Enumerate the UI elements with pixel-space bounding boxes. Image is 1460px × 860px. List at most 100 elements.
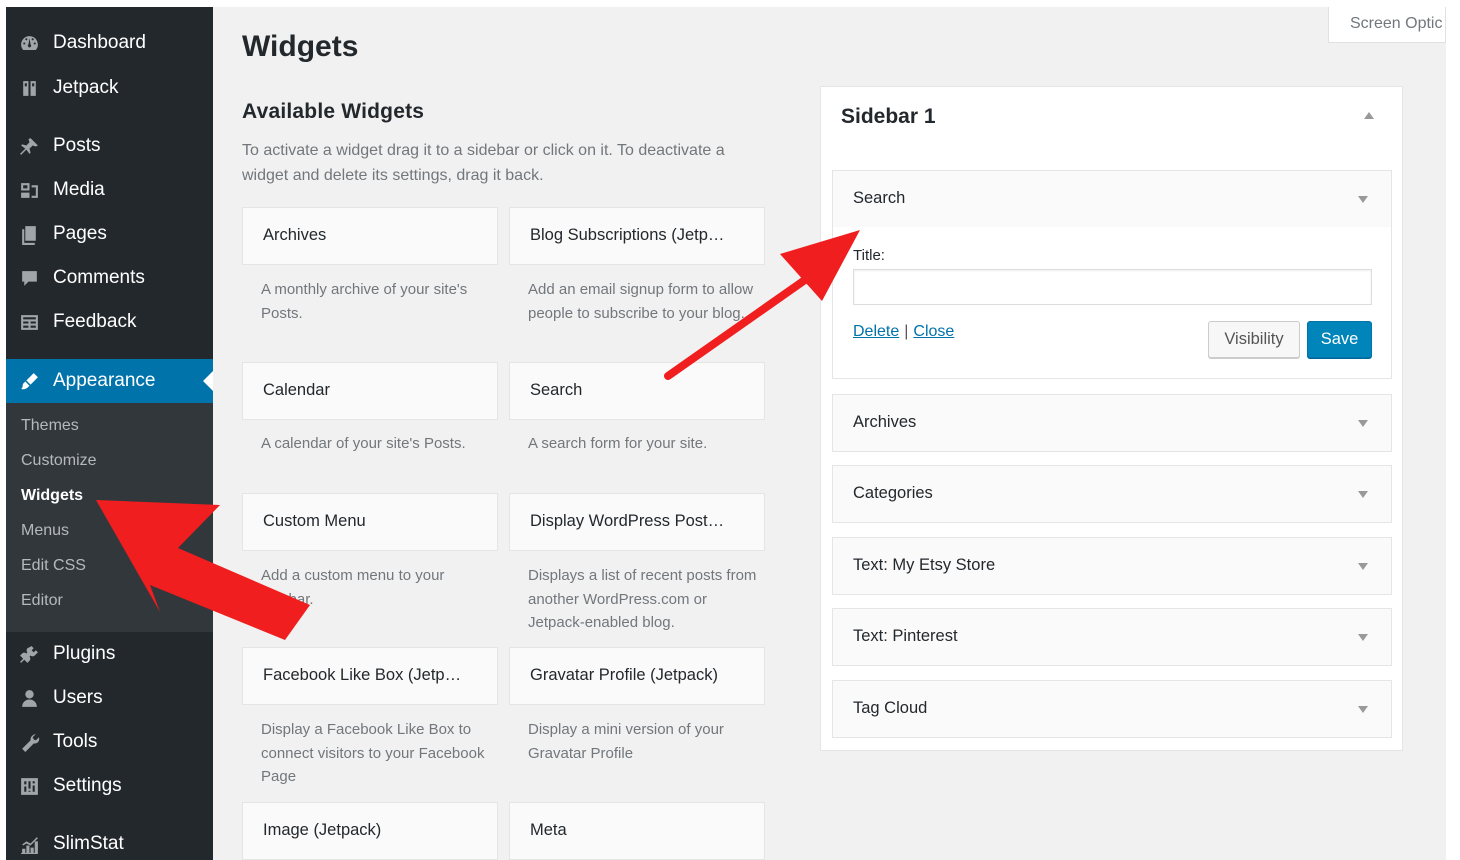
submenu-item-menus[interactable]: Menus [21, 522, 69, 540]
sidebar-1-widget-area: Sidebar 1 Search Title: Delete | Close Vis… [820, 86, 1403, 751]
available-widget-archives[interactable]: Archives [242, 207, 498, 265]
available-widget-custom-menu[interactable]: Custom Menu [242, 493, 498, 551]
menu-item-label: Plugins [53, 643, 116, 664]
available-widget-display-wordpress-posts[interactable]: Display WordPress Post… [509, 493, 765, 551]
submenu-item-themes[interactable]: Themes [21, 417, 79, 435]
menu-item-media[interactable]: Media [6, 170, 213, 210]
dashboard-icon [18, 32, 40, 54]
sidebar-widget-text-etsy[interactable]: Text: My Etsy Store [832, 537, 1392, 595]
title-input[interactable] [853, 269, 1372, 305]
available-widgets-description: To activate a widget drag it to a sideba… [242, 142, 725, 184]
menu-item-users[interactable]: Users [6, 678, 213, 718]
admin-menu: Dashboard Jetpack Posts Media Pages Comm… [6, 7, 213, 860]
plugin-icon [18, 643, 40, 665]
pages-icon [18, 223, 40, 245]
widget-description: Display a mini version of your Gravatar … [528, 721, 724, 762]
screen-options-tab[interactable]: Screen Optic [1328, 7, 1446, 43]
available-widgets-title: Available Widgets [242, 100, 425, 123]
menu-item-label: Appearance [53, 370, 156, 391]
menu-item-posts[interactable]: Posts [6, 126, 213, 166]
menu-item-label: Dashboard [53, 32, 146, 53]
collapse-arrow-icon[interactable] [1364, 112, 1374, 119]
chart-icon [18, 833, 40, 855]
available-widget-gravatar-profile[interactable]: Gravatar Profile (Jetpack) [509, 647, 765, 705]
comment-icon [18, 267, 40, 289]
widget-description: A search form for your site. [528, 435, 708, 452]
menu-item-label: Comments [53, 267, 145, 288]
menu-item-appearance[interactable]: Appearance [6, 359, 213, 403]
expand-arrow-icon[interactable] [1358, 196, 1368, 203]
widget-control-links: Delete | Close [853, 323, 954, 341]
menu-item-label: Jetpack [53, 77, 119, 98]
sidebar-widget-title: Tag Cloud [853, 699, 928, 717]
expand-arrow-icon[interactable] [1358, 706, 1368, 713]
menu-item-comments[interactable]: Comments [6, 258, 213, 298]
user-icon [18, 687, 40, 709]
page-title: Widgets [242, 30, 359, 63]
menu-item-label: Media [53, 179, 105, 200]
expand-arrow-icon[interactable] [1358, 634, 1368, 641]
menu-item-feedback[interactable]: Feedback [6, 302, 213, 342]
feedback-icon [18, 311, 40, 333]
expand-arrow-icon[interactable] [1358, 563, 1368, 570]
menu-item-label: Settings [53, 775, 122, 796]
sidebar-widget-tag-cloud[interactable]: Tag Cloud [832, 680, 1392, 738]
menu-item-slimstat[interactable]: SlimStat [6, 824, 213, 860]
widget-description: Add an email signup form to allow people… [528, 281, 754, 322]
widget-description: Add a custom menu to your sidebar. [261, 567, 445, 608]
sidebar-widget-title: Search [853, 189, 906, 207]
menu-item-dashboard[interactable]: Dashboard [6, 23, 213, 63]
menu-item-jetpack[interactable]: Jetpack [6, 68, 213, 108]
sidebar-widget-text-pinterest[interactable]: Text: Pinterest [832, 608, 1392, 666]
submenu-item-editor[interactable]: Editor [21, 592, 63, 610]
widget-description: Displays a list of recent posts from ano… [528, 567, 757, 631]
available-widget-calendar[interactable]: Calendar [242, 362, 498, 420]
expand-arrow-icon[interactable] [1358, 420, 1368, 427]
link-separator: | [904, 323, 909, 340]
wrench-icon [18, 731, 40, 753]
sidebar-widget-search[interactable]: Search [832, 170, 1392, 228]
settings-icon [18, 775, 40, 797]
brush-icon [18, 370, 40, 392]
sidebar-title: Sidebar 1 [841, 105, 936, 128]
sidebar-widget-title: Text: My Etsy Store [853, 556, 996, 574]
sidebar-widget-title: Text: Pinterest [853, 627, 958, 645]
media-icon [18, 179, 40, 201]
available-widget-meta[interactable]: Meta [509, 802, 765, 860]
available-widget-search[interactable]: Search [509, 362, 765, 420]
widget-description: A monthly archive of your site's Posts. [261, 281, 468, 322]
jetpack-icon [18, 77, 40, 99]
available-widget-blog-subscriptions[interactable]: Blog Subscriptions (Jetp… [509, 207, 765, 265]
menu-item-label: Feedback [53, 311, 137, 332]
appearance-submenu: Themes Customize Widgets Menus Edit CSS … [6, 403, 213, 632]
menu-item-pages[interactable]: Pages [6, 214, 213, 254]
menu-item-label: Users [53, 687, 103, 708]
submenu-item-customize[interactable]: Customize [21, 452, 97, 470]
widget-description: Display a Facebook Like Box to connect v… [261, 721, 485, 785]
sidebar-widget-archives[interactable]: Archives [832, 394, 1392, 452]
current-menu-notch [203, 371, 213, 391]
visibility-button[interactable]: Visibility [1208, 321, 1300, 358]
available-widget-facebook-like-box[interactable]: Facebook Like Box (Jetp… [242, 647, 498, 705]
submenu-item-widgets[interactable]: Widgets [21, 487, 83, 505]
save-button[interactable]: Save [1307, 321, 1372, 358]
menu-item-tools[interactable]: Tools [6, 722, 213, 762]
close-link[interactable]: Close [913, 323, 954, 340]
sidebar-widget-title: Archives [853, 413, 917, 431]
sidebar-widget-categories[interactable]: Categories [832, 465, 1392, 523]
search-widget-settings: Title: Delete | Close Visibility Save [832, 227, 1392, 379]
pin-icon [18, 135, 40, 157]
submenu-item-edit-css[interactable]: Edit CSS [21, 557, 86, 575]
expand-arrow-icon[interactable] [1358, 491, 1368, 498]
available-widget-image[interactable]: Image (Jetpack) [242, 802, 498, 860]
menu-item-label: SlimStat [53, 833, 124, 854]
title-label: Title: [853, 247, 885, 264]
delete-link[interactable]: Delete [853, 323, 899, 340]
menu-item-label: Pages [53, 223, 107, 244]
menu-item-label: Posts [53, 135, 101, 156]
widget-description: A calendar of your site's Posts. [261, 435, 466, 452]
menu-item-label: Tools [53, 731, 98, 752]
menu-item-settings[interactable]: Settings [6, 766, 213, 806]
sidebar-widget-title: Categories [853, 484, 933, 502]
menu-item-plugins[interactable]: Plugins [6, 634, 213, 674]
